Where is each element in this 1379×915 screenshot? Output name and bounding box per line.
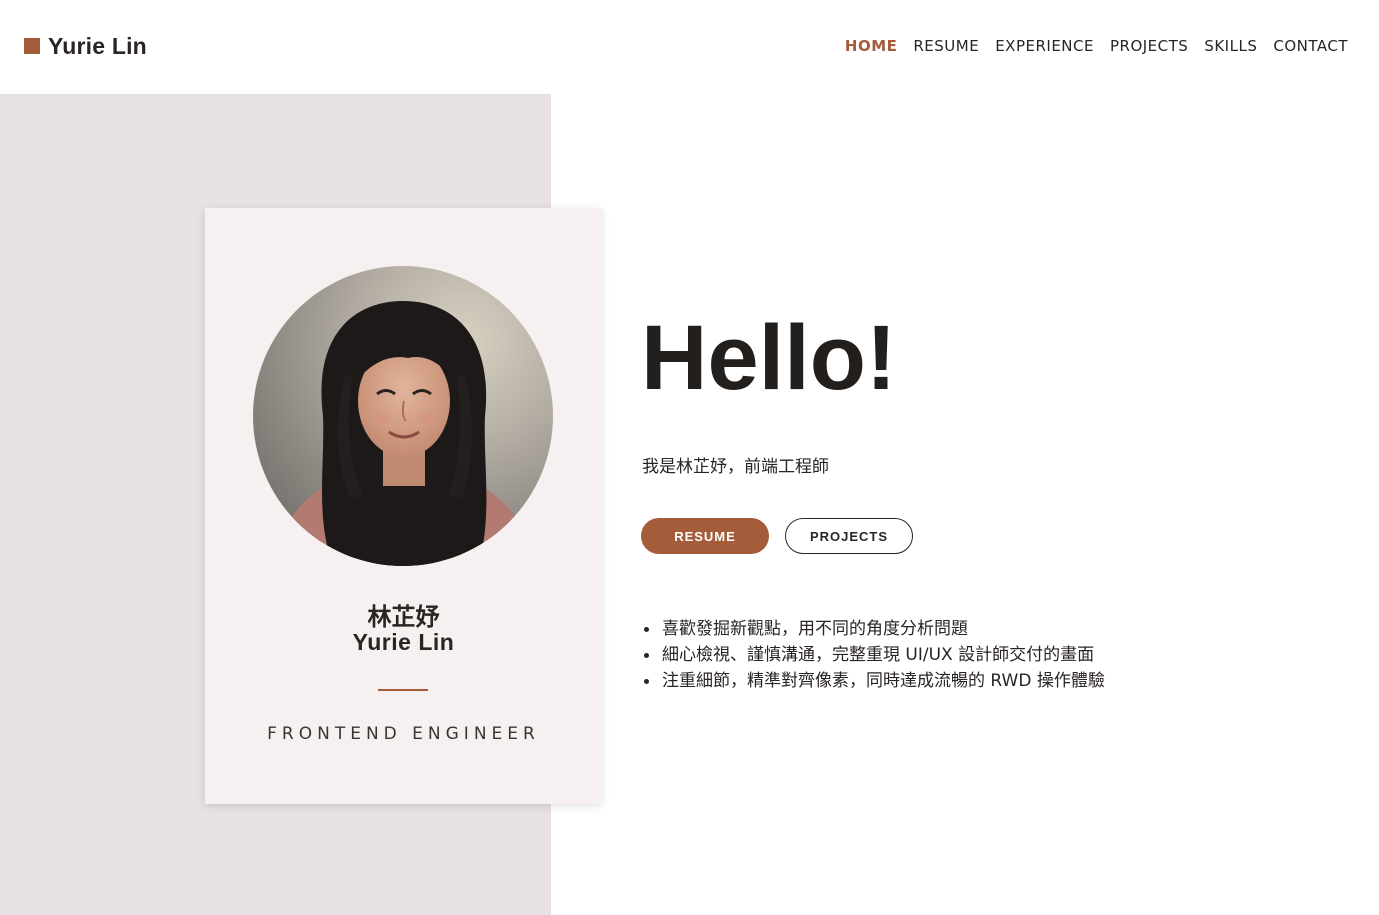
card-divider [378,689,428,691]
logo-link[interactable]: Yurie Lin [24,31,147,61]
nav-item-skills[interactable]: SKILLS [1204,36,1257,56]
card-name-chinese: 林芷妤 [367,603,440,631]
site-header: Yurie Lin HOME RESUME EXPERIENCE PROJECT… [0,0,1379,94]
nav-item-resume[interactable]: RESUME [913,36,979,56]
nav-item-home[interactable]: HOME [845,36,897,56]
feature-list: 喜歡發掘新觀點，用不同的角度分析問題 細心檢視、謹慎溝通，完整重現 UI/UX … [642,616,1105,694]
nav-item-projects[interactable]: PROJECTS [1110,36,1188,56]
main-nav: HOME RESUME EXPERIENCE PROJECTS SKILLS C… [845,36,1348,56]
feature-item: 喜歡發掘新觀點，用不同的角度分析問題 [642,616,1105,642]
hero-greeting: Hello! [641,307,897,409]
hero-intro: 我是林芷妤，前端工程師 [642,457,829,477]
nav-item-contact[interactable]: CONTACT [1273,36,1348,56]
profile-card: 林芷妤 Yurie Lin FRONTEND ENGINEER [205,208,602,804]
projects-button[interactable]: PROJECTS [785,518,913,554]
logo-text: Yurie Lin [48,32,147,59]
card-role: FRONTEND ENGINEER [267,724,540,744]
feature-item: 注重細節，精準對齊像素，同時達成流暢的 RWD 操作體驗 [642,668,1105,694]
nav-item-experience[interactable]: EXPERIENCE [995,36,1094,56]
page: Yurie Lin HOME RESUME EXPERIENCE PROJECT… [0,0,1379,915]
portrait-illustration [253,266,553,566]
profile-photo [253,266,553,566]
resume-button[interactable]: RESUME [641,518,769,554]
card-name-english: Yurie Lin [352,629,455,655]
feature-item: 細心檢視、謹慎溝通，完整重現 UI/UX 設計師交付的畫面 [642,642,1105,668]
square-icon [24,38,40,54]
